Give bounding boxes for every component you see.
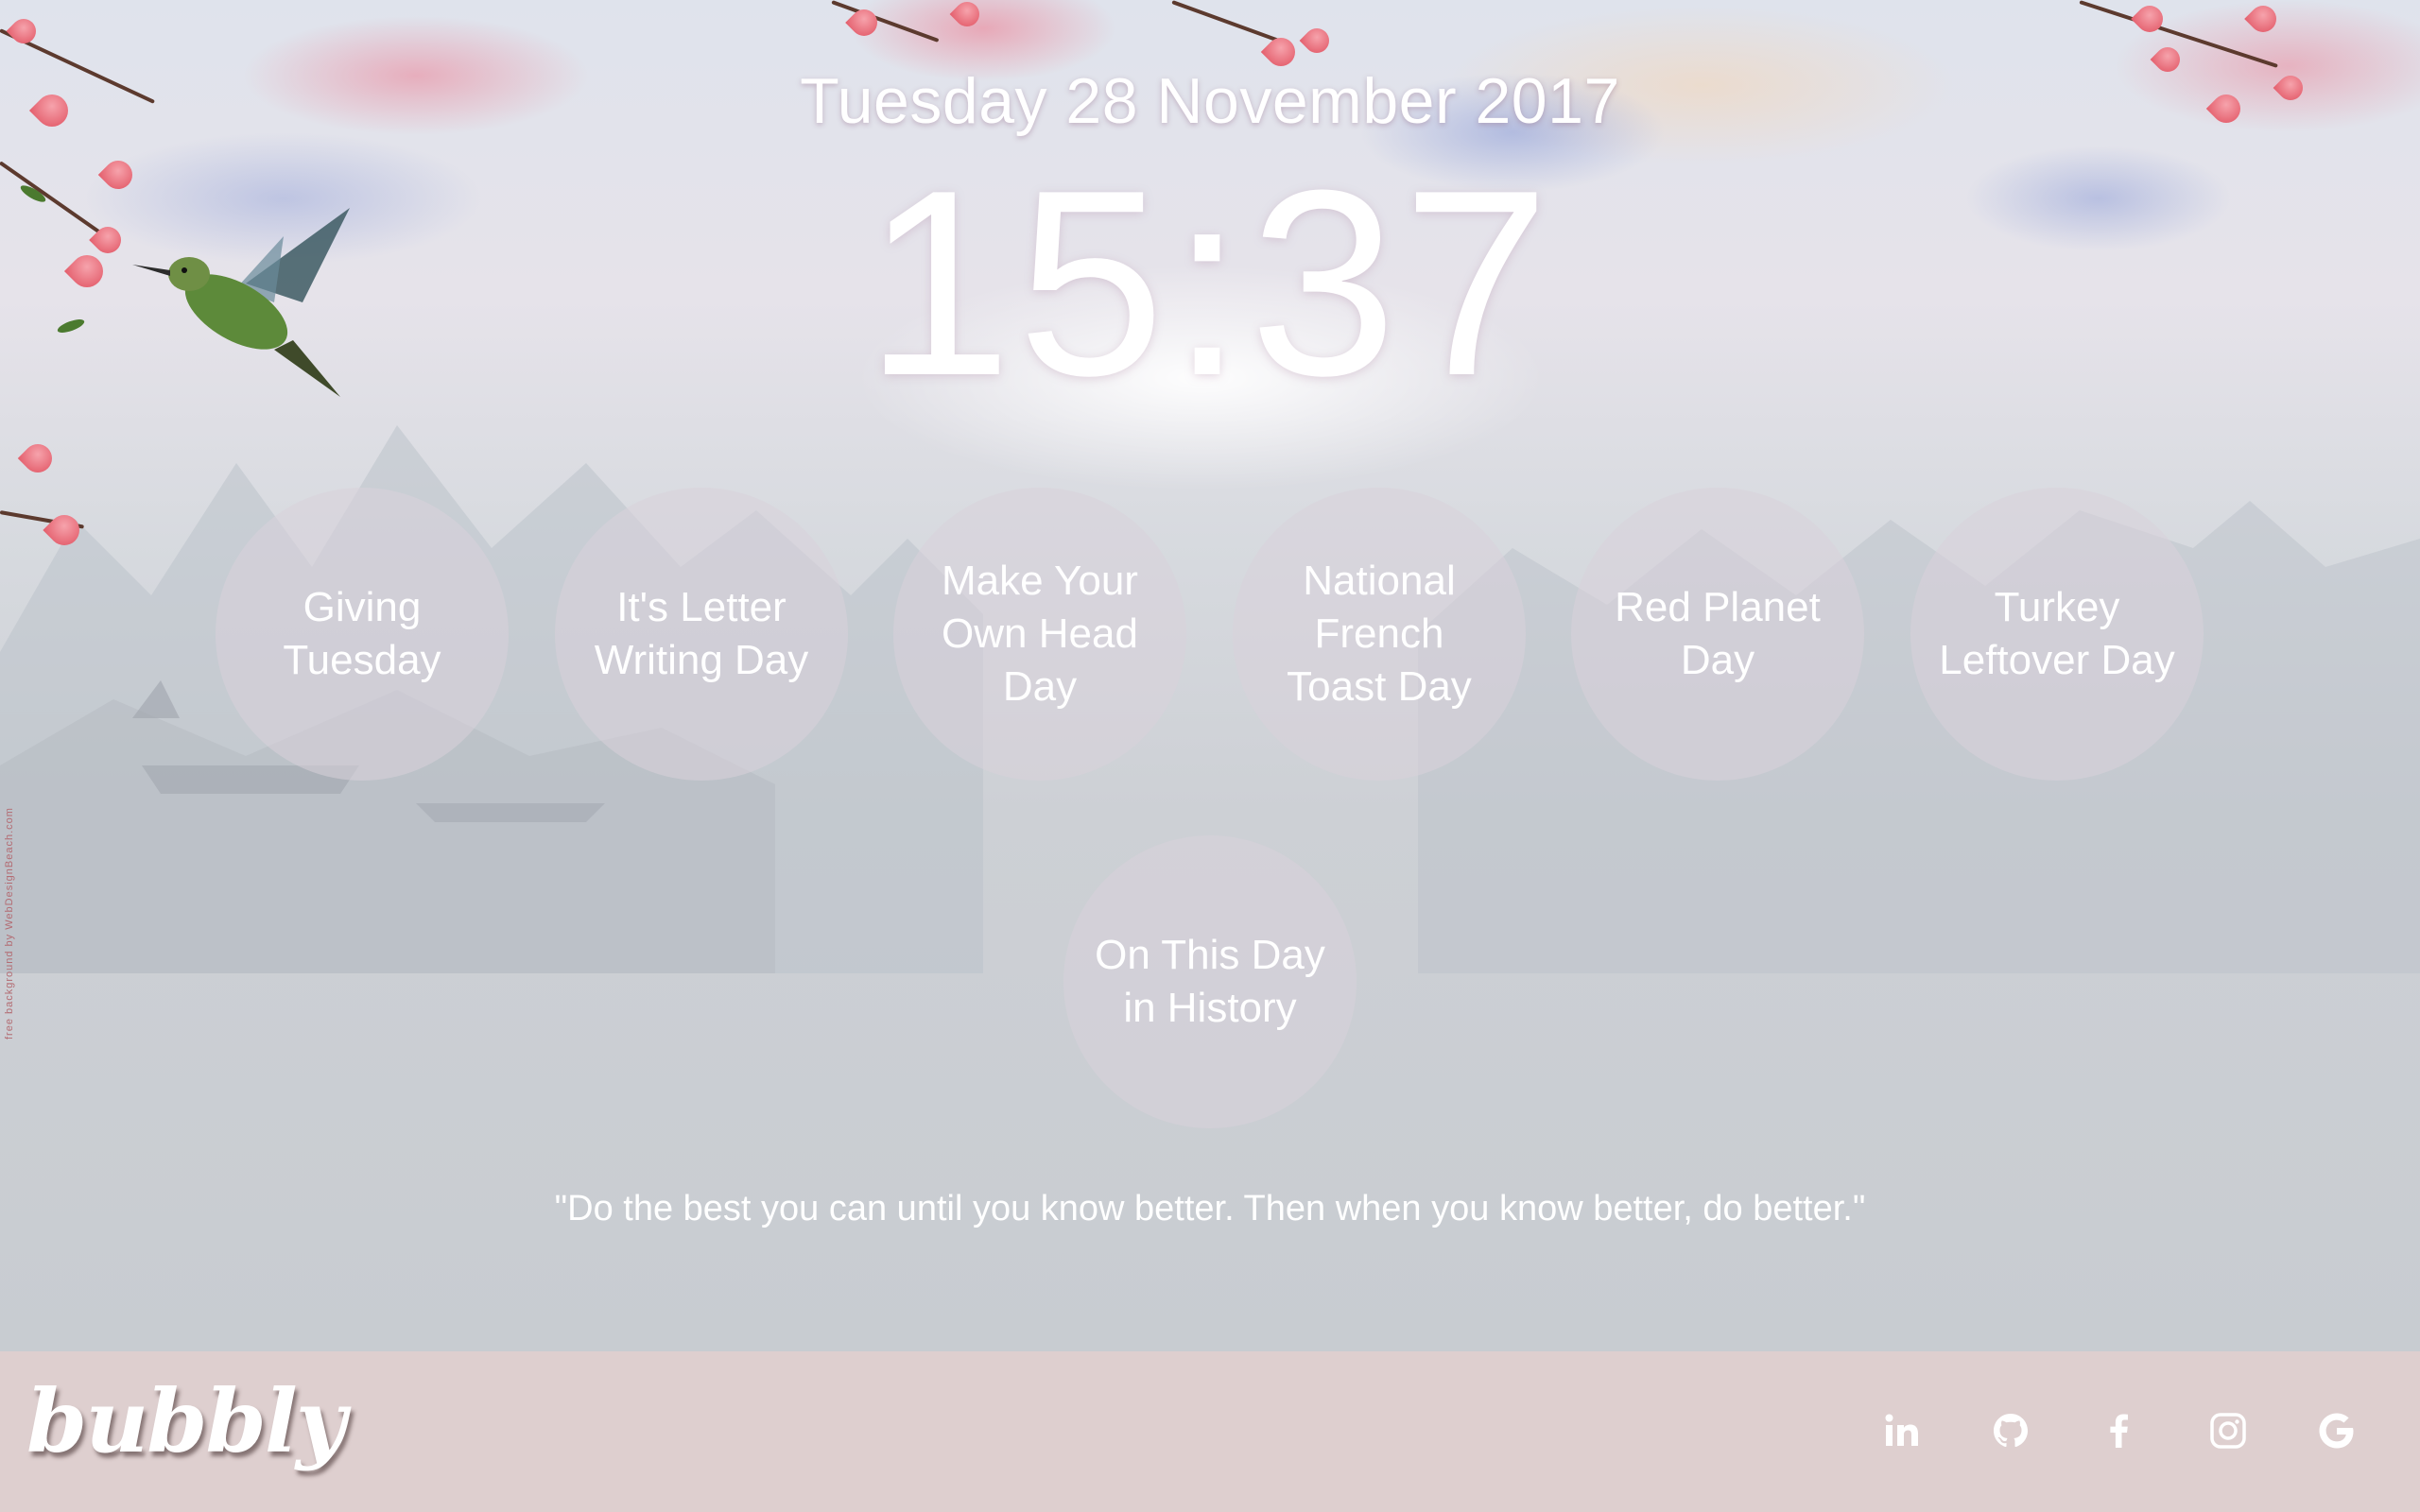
bubble-letter-writing-day[interactable]: It's Letter Writing Day	[555, 488, 848, 781]
bubble-label: Turkey Leftover Day	[1939, 584, 2175, 683]
bubble-label: On This Day in History	[1095, 932, 1325, 1031]
bubbly-logo[interactable]: bubbly	[26, 1370, 346, 1472]
bubble-label: National French Toast Day	[1287, 558, 1472, 710]
background-credit: free background by WebDesignBeach.com	[4, 807, 15, 1040]
bubble-label: It's Letter Writing Day	[594, 584, 809, 683]
bubble-giving-tuesday[interactable]: Giving Tuesday	[216, 488, 509, 781]
github-link[interactable]	[1980, 1400, 2041, 1461]
google-icon	[2319, 1413, 2354, 1449]
bubble-label: Red Planet Day	[1615, 584, 1821, 683]
bubble-label: Giving Tuesday	[283, 584, 441, 683]
blossom-branch	[1171, 0, 1288, 46]
date-display: Tuesday 28 November 2017	[800, 65, 1620, 137]
time-display: 15:37	[864, 136, 1556, 431]
instagram-icon	[2210, 1413, 2246, 1449]
bubble-on-this-day-in-history[interactable]: On This Day in History	[1063, 835, 1357, 1128]
bubble-red-planet-day[interactable]: Red Planet Day	[1571, 488, 1864, 781]
blossom-flower	[2244, 0, 2282, 38]
linkedin-icon	[1885, 1414, 1918, 1446]
bubble-make-your-own-head-day[interactable]: Make Your Own Head Day	[893, 488, 1186, 781]
blossom-flower	[1299, 23, 1335, 59]
bubble-label: Make Your Own Head Day	[942, 558, 1138, 710]
github-icon	[1994, 1414, 2028, 1448]
facebook-icon	[2110, 1414, 2128, 1448]
blossom-flower	[949, 0, 985, 32]
footer: bubbly	[0, 1351, 2420, 1512]
linkedin-link[interactable]	[1872, 1400, 1932, 1461]
quote-text: "Do the best you can until you know bett…	[554, 1189, 1866, 1228]
instagram-link[interactable]	[2198, 1400, 2258, 1461]
google-link[interactable]	[2307, 1400, 2367, 1461]
facebook-link[interactable]	[2089, 1400, 2150, 1461]
bubble-turkey-leftover-day[interactable]: Turkey Leftover Day	[1910, 488, 2204, 781]
bubble-national-french-toast-day[interactable]: National French Toast Day	[1233, 488, 1526, 781]
blossom-flower	[2131, 0, 2169, 38]
blossom-flower	[6, 13, 42, 49]
